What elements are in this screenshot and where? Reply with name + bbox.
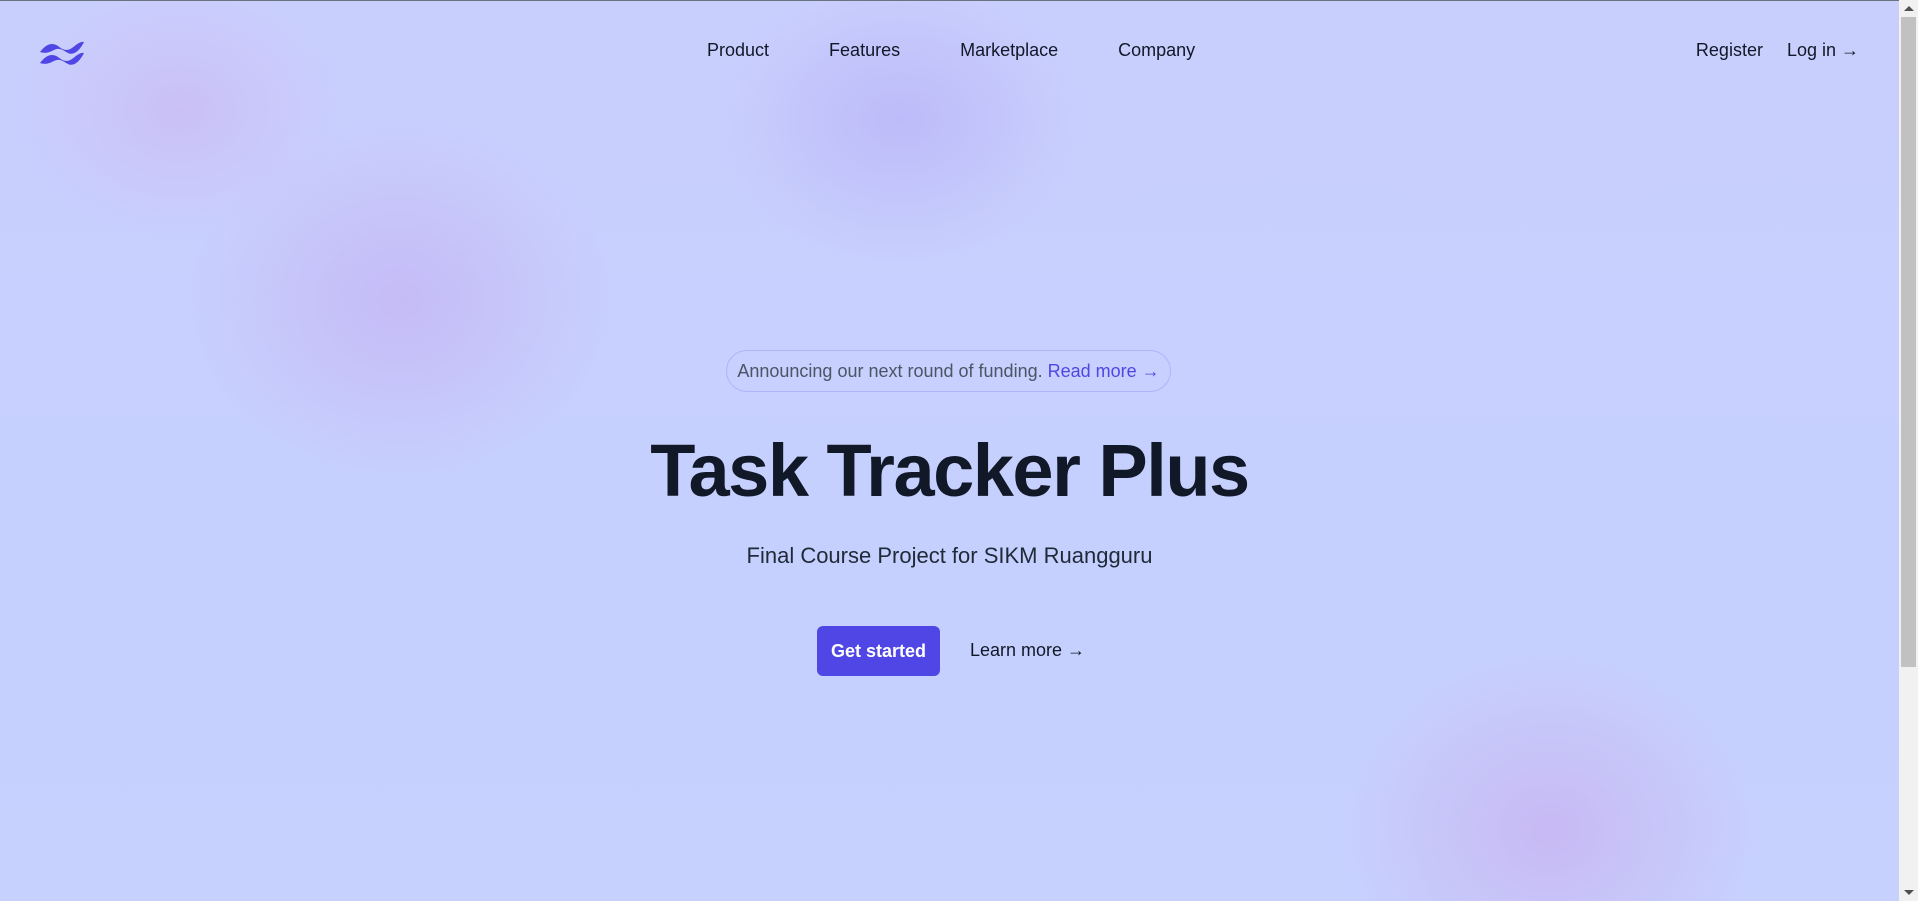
read-more-link[interactable]: Read more →	[1048, 361, 1160, 382]
nav-product[interactable]: Product	[707, 40, 769, 61]
site-header: Product Features Marketplace Company Reg…	[0, 0, 1899, 104]
register-link[interactable]: Register	[1696, 40, 1763, 61]
auth-links: Register Log in →	[1696, 40, 1859, 61]
vertical-scrollbar[interactable]	[1899, 0, 1918, 901]
scrollbar-thumb[interactable]	[1901, 17, 1916, 667]
scroll-up-icon[interactable]	[1899, 0, 1918, 17]
learn-more-link[interactable]: Learn more →	[970, 640, 1085, 661]
get-started-button[interactable]: Get started	[817, 626, 940, 676]
scroll-down-icon[interactable]	[1899, 884, 1918, 901]
nav-marketplace[interactable]: Marketplace	[960, 40, 1058, 61]
announcement-pill: Announcing our next round of funding. Re…	[726, 350, 1171, 392]
login-link[interactable]: Log in →	[1787, 40, 1859, 61]
page-subtitle: Final Course Project for SIKM Ruangguru	[746, 543, 1153, 568]
page-title: Task Tracker Plus	[650, 429, 1250, 512]
tailwind-wave-icon[interactable]	[38, 36, 86, 66]
main-nav: Product Features Marketplace Company	[707, 40, 1195, 61]
announcement-text: Announcing our next round of funding.	[737, 360, 1043, 381]
nav-company[interactable]: Company	[1118, 40, 1195, 61]
nav-features[interactable]: Features	[829, 40, 900, 61]
